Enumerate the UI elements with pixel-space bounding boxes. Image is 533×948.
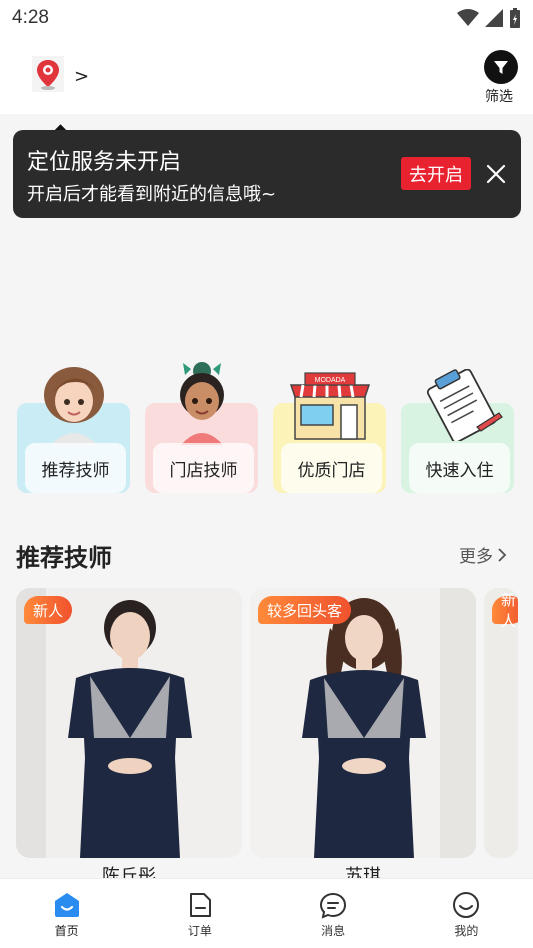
more-link[interactable]: 更多: [459, 542, 507, 567]
tab-label: 消息: [321, 924, 346, 938]
battery-icon: [510, 8, 520, 28]
category-quality-store[interactable]: MODADA 优质门店: [273, 372, 386, 493]
status-icons: [457, 8, 521, 28]
close-icon[interactable]: [485, 163, 507, 185]
order-icon: [189, 893, 211, 917]
bottom-tab-bar: 首页 订单 消息 我的: [0, 878, 533, 948]
toast-title: 定位服务未开启: [27, 150, 182, 175]
store-sign-text: MODADA: [315, 377, 346, 384]
tab-orders[interactable]: 订单: [133, 879, 266, 948]
status-time: 4:28: [12, 7, 49, 28]
tab-label: 首页: [54, 924, 79, 938]
category-label: 推荐技师: [25, 443, 126, 493]
woman-avatar-icon: [44, 367, 104, 445]
wifi-icon: [457, 9, 479, 26]
tab-home[interactable]: 首页: [0, 879, 133, 948]
category-quick-join[interactable]: 快速入住: [401, 369, 514, 493]
top-header: > 筛选: [0, 36, 533, 114]
signal-icon: [485, 9, 503, 27]
filter-button[interactable]: 筛选: [483, 50, 519, 106]
profile-icon: [453, 892, 480, 918]
location-toast: 定位服务未开启 开启后才能看到附近的信息哦~ 去开启: [13, 130, 521, 218]
therapist-photo: [250, 588, 476, 858]
filter-icon: [484, 50, 518, 84]
category-label: 优质门店: [281, 443, 382, 493]
section-title: 推荐技师: [16, 544, 112, 572]
tab-profile[interactable]: 我的: [400, 879, 533, 948]
tab-label: 我的: [454, 924, 479, 938]
message-icon: [320, 892, 347, 919]
store-icon: MODADA: [289, 372, 371, 440]
status-bar: 4:28: [0, 0, 533, 36]
category-recommended-therapist[interactable]: 推荐技师: [17, 367, 130, 493]
home-icon: [54, 893, 79, 917]
category-shortcuts: 推荐技师 门店技师 MODADA 优质门店 快速入住: [0, 355, 533, 505]
therapist-card[interactable]: 新人: [16, 588, 242, 858]
therapist-tag: 较多回头客: [258, 596, 352, 624]
filter-label: 筛选: [485, 89, 513, 105]
therapist-card[interactable]: 较多回头客: [250, 588, 476, 858]
location-chevron[interactable]: >: [74, 66, 89, 87]
girl-avatar-icon: [180, 362, 224, 445]
therapist-card[interactable]: 新人: [484, 588, 518, 858]
tab-label: 订单: [187, 924, 212, 938]
therapist-tag: 新人: [24, 596, 73, 624]
toast-subtitle: 开启后才能看到附近的信息哦~: [27, 184, 277, 205]
more-label: 更多: [459, 547, 493, 567]
tab-messages[interactable]: 消息: [267, 879, 400, 948]
category-label: 快速入住: [409, 443, 510, 493]
category-store-therapist[interactable]: 门店技师: [145, 362, 258, 493]
clipboard-icon: [426, 369, 503, 441]
enable-location-button[interactable]: 去开启: [401, 157, 471, 190]
location-pin-icon[interactable]: [32, 56, 64, 92]
therapist-tag: 新人: [492, 591, 518, 630]
therapist-photo: [16, 588, 242, 858]
chevron-right-icon: [498, 547, 507, 562]
category-label: 门店技师: [153, 443, 254, 493]
